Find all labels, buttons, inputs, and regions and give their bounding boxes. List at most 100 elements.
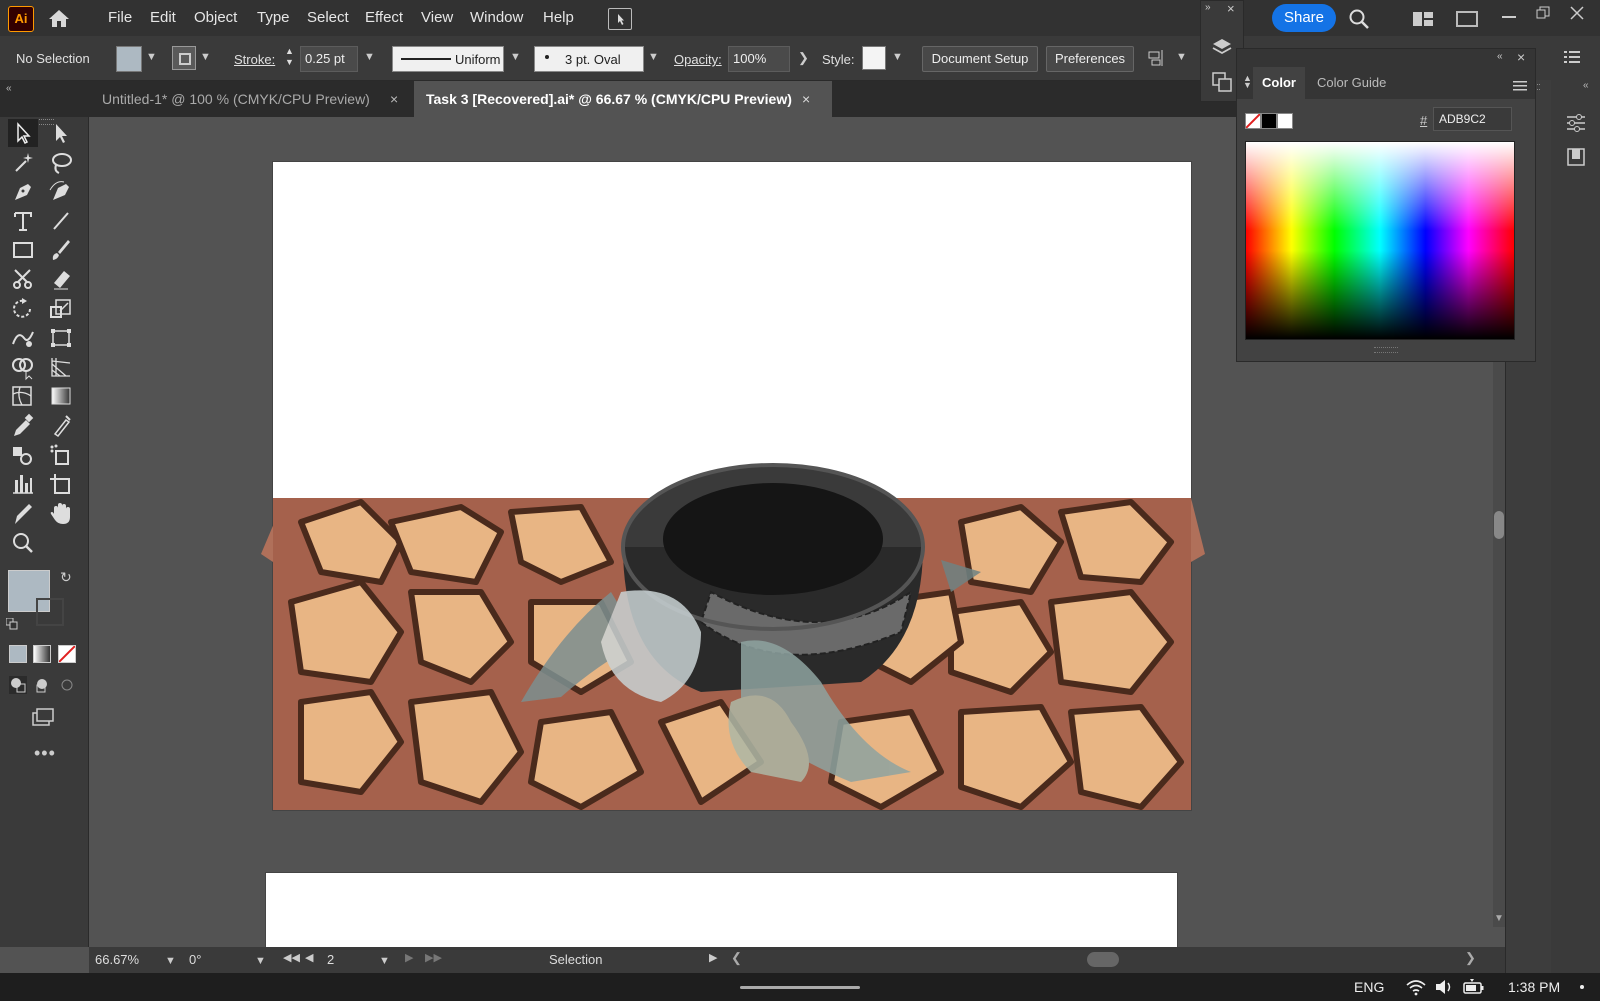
- none-mode-icon[interactable]: [58, 645, 76, 663]
- scroll-left-icon[interactable]: ❮: [731, 950, 742, 966]
- menu-help[interactable]: Help: [543, 9, 574, 26]
- paintbrush-tool-icon[interactable]: [46, 236, 76, 264]
- color-panel-collapse-icon[interactable]: «: [1497, 51, 1503, 62]
- gradient-mode-icon[interactable]: [33, 645, 51, 663]
- artboard-dropdown-icon[interactable]: ▼: [379, 955, 390, 967]
- preferences-button[interactable]: Preferences: [1046, 46, 1134, 72]
- warp-tool-icon[interactable]: [8, 324, 38, 352]
- line-tool-icon[interactable]: [46, 207, 76, 235]
- opacity-arrow-icon[interactable]: ❯: [798, 50, 809, 66]
- swap-fill-stroke-icon[interactable]: ↻: [60, 569, 72, 586]
- free-transform-tool-icon[interactable]: [46, 324, 76, 352]
- language-indicator[interactable]: ENG: [1354, 979, 1384, 995]
- taskbar-handle[interactable]: [740, 986, 860, 989]
- perspective-grid-tool-icon[interactable]: [46, 353, 76, 381]
- hex-input[interactable]: ADB9C2: [1433, 107, 1512, 131]
- draw-behind-icon[interactable]: [33, 676, 51, 694]
- zoom-level-input[interactable]: 66.67%: [95, 952, 155, 967]
- stroke-profile-dropdown-icon[interactable]: ▼: [510, 51, 521, 63]
- opacity-input[interactable]: 100%: [728, 46, 790, 72]
- black-swatch[interactable]: [1261, 113, 1277, 129]
- close-window-icon[interactable]: [1570, 6, 1584, 20]
- rotate-tool-icon[interactable]: [8, 295, 38, 323]
- blend-tool-icon[interactable]: [8, 441, 38, 469]
- notification-dot-icon[interactable]: [1580, 985, 1584, 989]
- column-graph-tool-icon[interactable]: [8, 470, 38, 498]
- restore-icon[interactable]: [1536, 6, 1550, 20]
- menu-window[interactable]: Window: [470, 9, 523, 26]
- clock[interactable]: 1:38 PM: [1508, 979, 1560, 995]
- volume-icon[interactable]: [1434, 978, 1454, 996]
- last-artboard-icon[interactable]: ▶▶: [425, 951, 442, 964]
- close-tab-icon[interactable]: ×: [390, 81, 398, 117]
- menu-view[interactable]: View: [421, 9, 453, 26]
- close-tab-icon[interactable]: ×: [802, 81, 810, 117]
- color-mode-icon[interactable]: [9, 645, 27, 663]
- arrange-documents-icon[interactable]: [608, 8, 632, 30]
- stroke-weight-dropdown-icon[interactable]: ▼: [364, 51, 375, 63]
- zoom-tool-icon[interactable]: [8, 529, 38, 557]
- tab-color-guide[interactable]: Color Guide: [1317, 67, 1407, 99]
- align-dropdown-icon[interactable]: ▼: [1176, 51, 1187, 63]
- menu-object[interactable]: Object: [194, 9, 237, 26]
- layers-expand-icon[interactable]: »: [1205, 2, 1211, 13]
- workspace-icon[interactable]: [1412, 11, 1434, 27]
- tab-untitled-1[interactable]: Untitled-1* @ 100 % (CMYK/CPU Preview) ×: [90, 81, 422, 117]
- rotation-dropdown-icon[interactable]: ▼: [255, 955, 266, 967]
- artboard-1[interactable]: [261, 162, 1205, 810]
- color-panel-close-icon[interactable]: ×: [1517, 49, 1525, 65]
- opacity-label[interactable]: Opacity:: [674, 52, 722, 67]
- fill-swatch[interactable]: [116, 46, 142, 72]
- first-artboard-icon[interactable]: ◀◀: [283, 951, 300, 964]
- minimize-icon[interactable]: [1502, 16, 1516, 18]
- lasso-tool-icon[interactable]: [46, 149, 76, 177]
- gradient-tool-icon[interactable]: [46, 382, 76, 410]
- style-dropdown-icon[interactable]: ▼: [892, 51, 903, 63]
- stroke-swatch-dropdown-icon[interactable]: ▼: [200, 51, 211, 63]
- type-tool-icon[interactable]: [8, 207, 38, 235]
- menu-type[interactable]: Type: [257, 9, 290, 26]
- current-tool-status[interactable]: Selection: [549, 952, 669, 967]
- artboard-tool-icon[interactable]: [46, 470, 76, 498]
- search-icon[interactable]: [1348, 8, 1370, 30]
- white-swatch[interactable]: [1277, 113, 1293, 129]
- scroll-right-icon[interactable]: ❯: [1465, 950, 1476, 966]
- color-spectrum[interactable]: [1245, 141, 1515, 340]
- stroke-stepper-icon[interactable]: ▲ ▼: [285, 46, 297, 70]
- scale-tool-icon[interactable]: [46, 295, 76, 323]
- artboards-panel-icon[interactable]: [1211, 71, 1233, 93]
- tab-toggle-icon[interactable]: ▲ ▼: [1243, 74, 1252, 90]
- color-panel-menu-icon[interactable]: [1513, 78, 1527, 91]
- shape-builder-tool-icon[interactable]: [8, 353, 38, 381]
- scroll-down-icon[interactable]: ▼: [1494, 913, 1504, 924]
- wifi-icon[interactable]: [1406, 978, 1426, 996]
- slice-tool-icon[interactable]: [8, 500, 38, 528]
- draw-inside-icon[interactable]: [58, 676, 76, 694]
- menu-file[interactable]: File: [108, 9, 132, 26]
- none-swatch-icon[interactable]: [1245, 113, 1261, 129]
- stroke-profile-select[interactable]: Uniform: [392, 46, 504, 72]
- artboard-2[interactable]: [266, 873, 1177, 947]
- measure-tool-icon[interactable]: [46, 412, 76, 440]
- horizontal-scroll-thumb[interactable]: [1087, 952, 1119, 967]
- symbol-sprayer-tool-icon[interactable]: [46, 441, 76, 469]
- rotation-input[interactable]: 0°: [189, 952, 249, 967]
- next-artboard-icon[interactable]: ▶: [405, 951, 413, 964]
- stroke-weight-input[interactable]: 0.25 pt: [300, 46, 358, 72]
- status-menu-icon[interactable]: ▶: [709, 951, 717, 964]
- menu-select[interactable]: Select: [307, 9, 349, 26]
- vertical-scroll-thumb[interactable]: [1494, 511, 1504, 539]
- artboard-number-input[interactable]: 2: [327, 952, 367, 967]
- layers-close-icon[interactable]: ×: [1227, 1, 1235, 16]
- stroke-label[interactable]: Stroke:: [234, 52, 275, 67]
- pen-tool-icon[interactable]: [8, 178, 38, 206]
- brush-dropdown-icon[interactable]: ▼: [648, 51, 659, 63]
- rectangle-tool-icon[interactable]: [8, 236, 38, 264]
- tab-task-3[interactable]: Task 3 [Recovered].ai* @ 66.67 % (CMYK/C…: [414, 81, 832, 117]
- fill-dropdown-icon[interactable]: ▼: [146, 51, 157, 63]
- eyedropper-tool-icon[interactable]: [8, 412, 38, 440]
- mesh-tool-icon[interactable]: [8, 382, 38, 410]
- menu-edit[interactable]: Edit: [150, 9, 176, 26]
- screen-mode-icon[interactable]: [30, 707, 56, 727]
- curvature-tool-icon[interactable]: [46, 178, 76, 206]
